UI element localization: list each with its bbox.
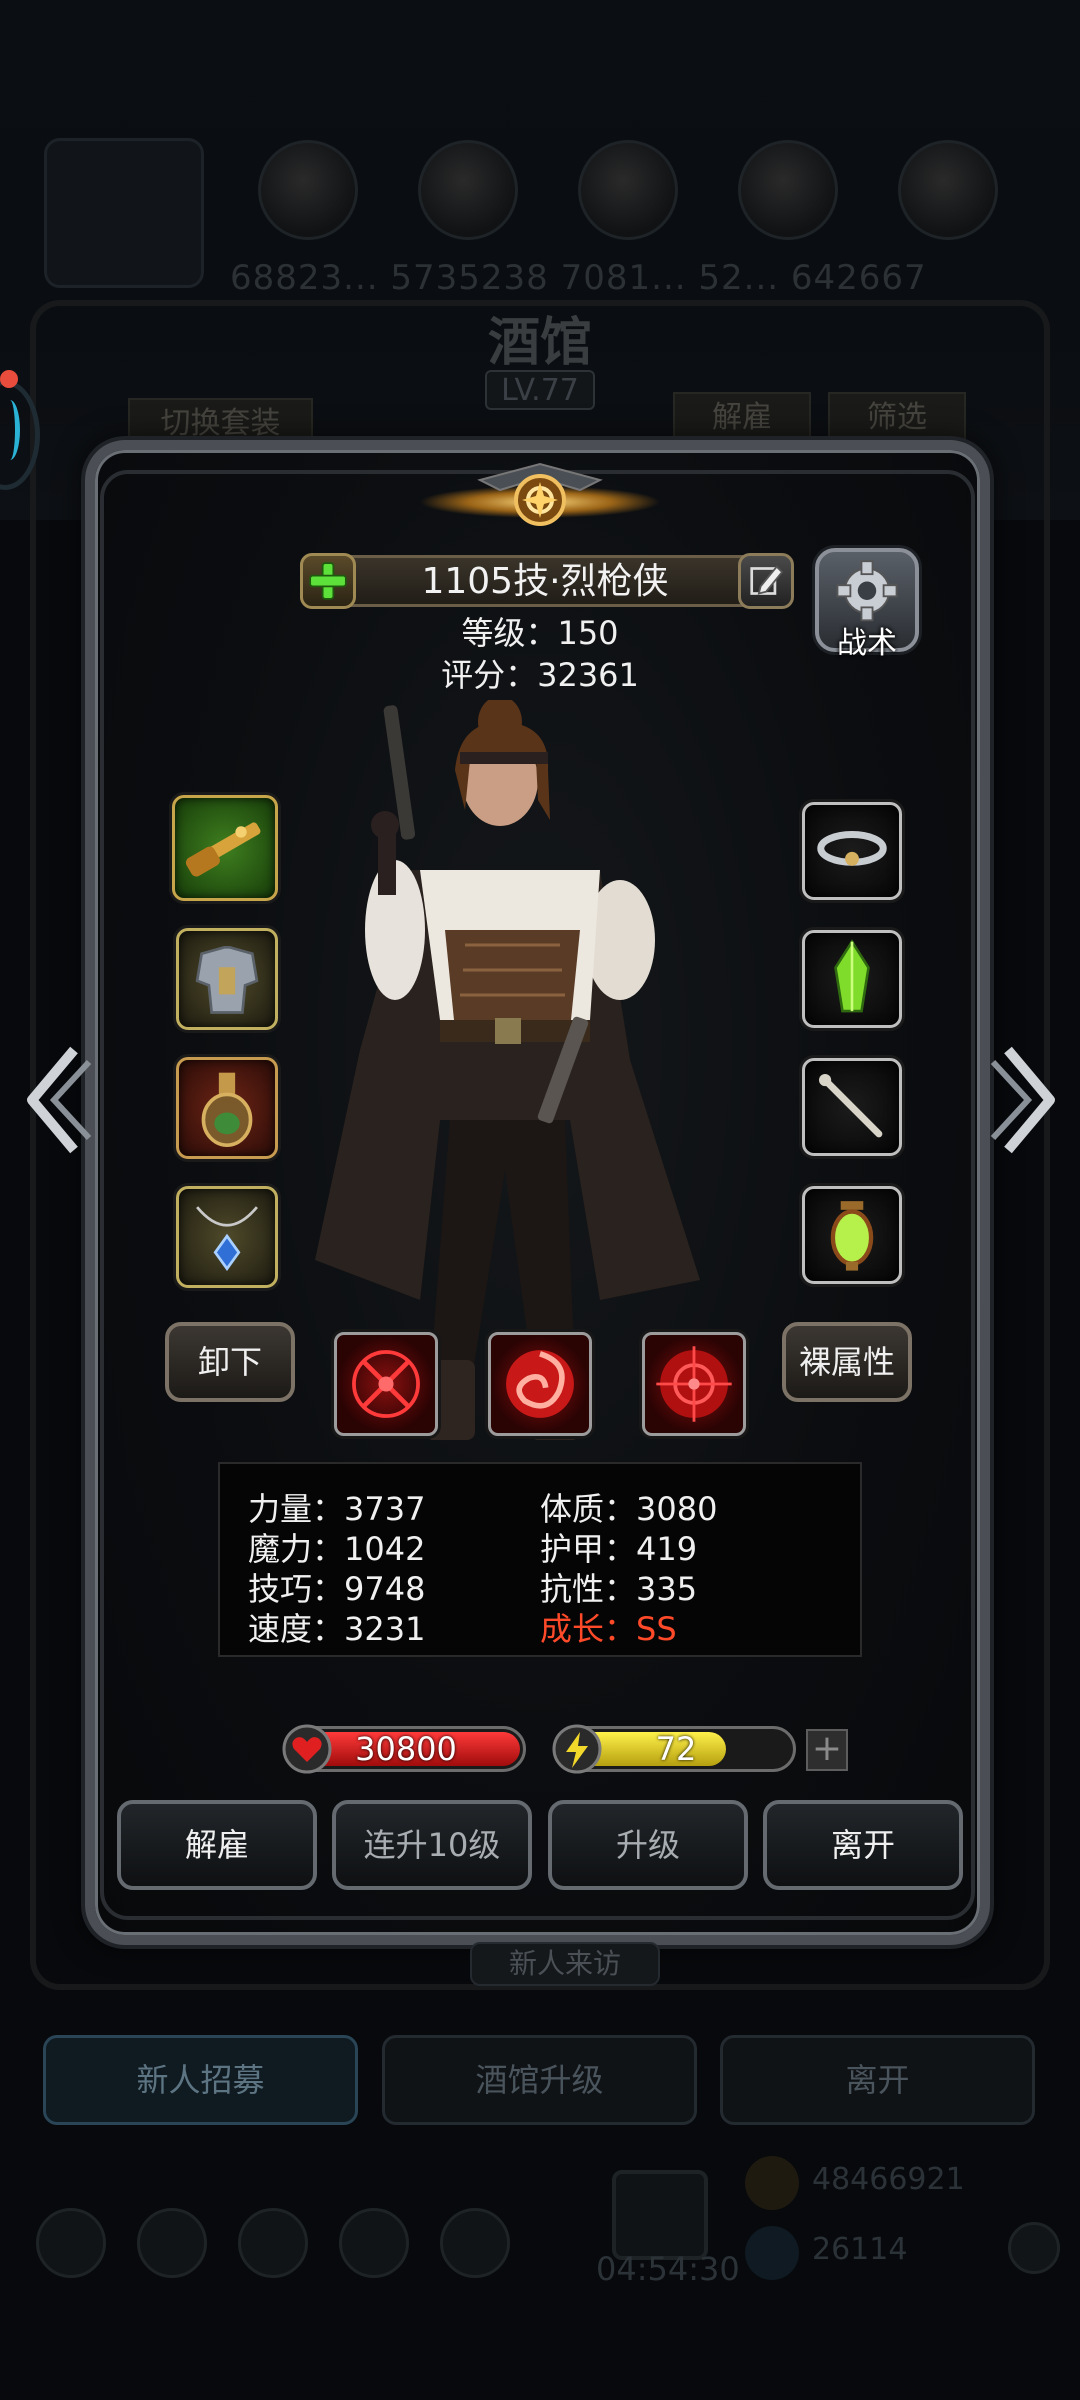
- gold-coin-icon: [745, 2156, 799, 2210]
- equip-slot-weapon[interactable]: [172, 795, 278, 901]
- attr-speed: 速度：3231: [248, 1610, 426, 1648]
- heart-icon: [282, 1724, 332, 1774]
- attr-growth: 成长：SS: [540, 1610, 677, 1648]
- hero-score: 评分：32361: [441, 656, 639, 694]
- resource-icon: [578, 140, 678, 240]
- bg-leave-button: 离开: [720, 2035, 1035, 2125]
- skill-slot-2[interactable]: [488, 1332, 592, 1436]
- tray-icon: [36, 2208, 106, 2278]
- tray-icon: [440, 2208, 510, 2278]
- reward-timer: 04:54:30: [596, 2250, 740, 2288]
- hero-portrait-slot: [44, 138, 204, 288]
- shotgun-icon: [185, 822, 261, 877]
- lightning-icon: [552, 1724, 602, 1774]
- level-up-10-button[interactable]: 连升10级: [332, 1800, 532, 1890]
- plus-icon: [309, 562, 347, 600]
- crosshair-skill-icon: [352, 1350, 420, 1418]
- tavern-upgrade-button: 酒馆升级: [382, 2035, 697, 2125]
- bg-filter-button: 筛选: [828, 392, 966, 444]
- gold-value: 48466921: [812, 2162, 965, 2197]
- hero-name: 1105技·烈枪侠: [421, 561, 669, 602]
- tactics-label: 战术: [837, 626, 897, 661]
- tray-icon: [238, 2208, 308, 2278]
- vortex-skill-icon: [506, 1350, 574, 1418]
- equip-slot-necklace[interactable]: [176, 1186, 278, 1288]
- add-currency-icon: [1008, 2222, 1060, 2274]
- new-visitor-label: 新人来访: [470, 1942, 660, 1986]
- equip-slot-relic[interactable]: [802, 1186, 902, 1284]
- resource-values: 68823... 5735238 7081... 52... 642667: [230, 258, 927, 298]
- lantern-icon: [830, 1201, 874, 1271]
- gift-box-icon: [612, 2170, 708, 2260]
- dismiss-button[interactable]: 解雇: [117, 1800, 317, 1890]
- add-button[interactable]: [300, 553, 356, 609]
- tavern-level: LV.77: [485, 370, 595, 410]
- resource-icon: [258, 140, 358, 240]
- bg-dismiss-button: 解雇: [673, 392, 811, 444]
- add-energy-button[interactable]: +: [806, 1729, 848, 1771]
- equip-slot-gem[interactable]: [802, 930, 902, 1028]
- tray-icon: [137, 2208, 207, 2278]
- hero-level: 等级：150: [461, 614, 619, 652]
- equip-slot-armor[interactable]: [176, 928, 278, 1030]
- flask-icon: [201, 1072, 253, 1147]
- level-up-button[interactable]: 升级: [548, 1800, 748, 1890]
- green-crystal-icon: [834, 939, 870, 1013]
- target-skill-icon: [656, 1346, 732, 1422]
- skill-slot-1[interactable]: [334, 1332, 438, 1436]
- unequip-button[interactable]: 卸下: [165, 1322, 295, 1402]
- armor-icon: [195, 945, 259, 1014]
- side-widget-accent: [0, 400, 20, 460]
- tavern-title: 酒馆: [487, 312, 592, 373]
- edit-icon: [750, 565, 784, 595]
- recruit-button: 新人招募: [43, 2035, 358, 2125]
- resource-icon: [418, 140, 518, 240]
- equip-slot-offhand[interactable]: [802, 1058, 902, 1156]
- cloud-ring-icon: [817, 831, 887, 866]
- leave-button[interactable]: 离开: [763, 1800, 963, 1890]
- pendant-icon: [196, 1206, 258, 1272]
- skill-slot-3[interactable]: [642, 1332, 746, 1436]
- prev-hero-arrow-icon[interactable]: [14, 1040, 94, 1160]
- equip-slot-accessory[interactable]: [176, 1057, 278, 1159]
- naked-attributes-button[interactable]: 裸属性: [782, 1322, 912, 1402]
- gem-value: 26114: [812, 2232, 908, 2267]
- rename-button[interactable]: [738, 553, 794, 609]
- bone-weapon-icon: [819, 1074, 883, 1138]
- notification-dot: [0, 370, 18, 388]
- gem-icon: [745, 2226, 799, 2280]
- panel-emblem: [420, 462, 660, 526]
- resource-icon: [898, 140, 998, 240]
- equip-slot-helm[interactable]: [802, 802, 902, 900]
- tray-icon: [339, 2208, 409, 2278]
- resource-icon: [738, 140, 838, 240]
- next-hero-arrow-icon[interactable]: [988, 1040, 1068, 1160]
